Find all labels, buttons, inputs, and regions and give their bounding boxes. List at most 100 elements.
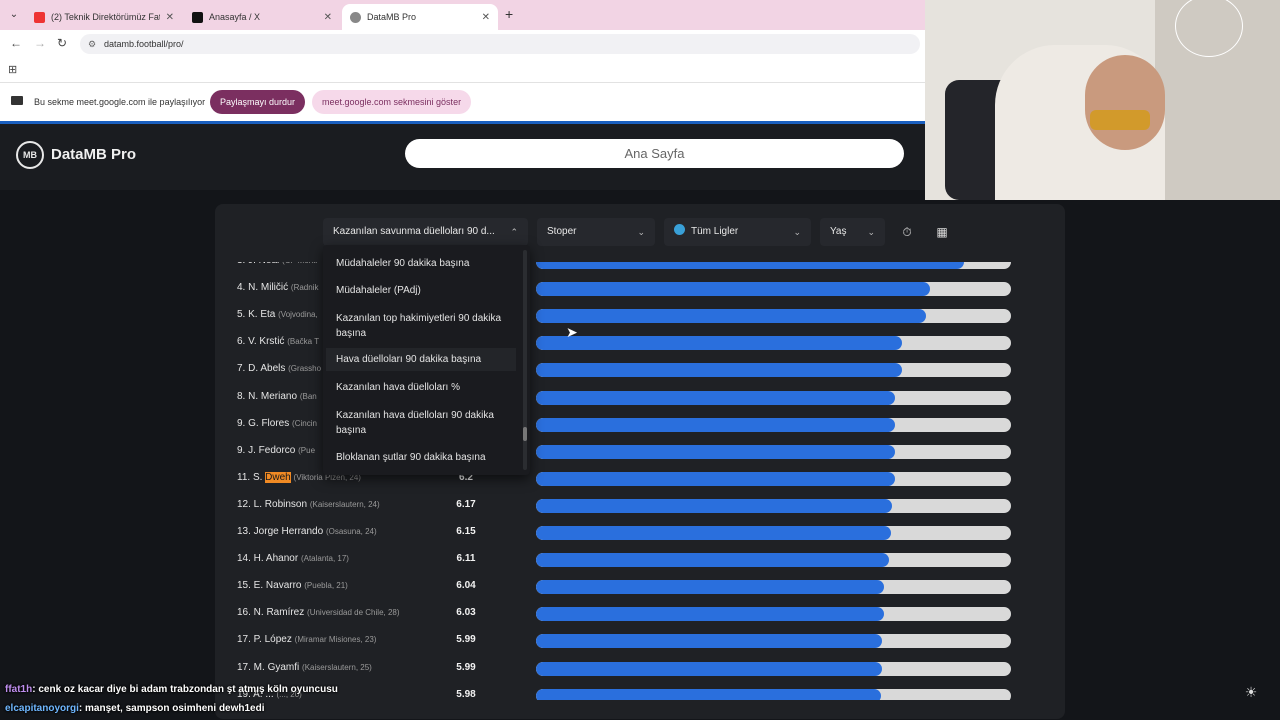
screen-share-icon	[11, 96, 23, 105]
value-bar-fill	[536, 390, 895, 405]
value-bar-fill	[536, 553, 889, 568]
chat-username: ffat1h	[5, 684, 33, 695]
player-name[interactable]: 9. J. Fedorco (Pue	[237, 445, 315, 456]
player-name[interactable]: 9. G. Flores (Cincin	[237, 418, 317, 429]
position-select-value: Stoper	[547, 226, 577, 237]
player-name[interactable]: 15. E. Navarro (Puebla, 21)	[237, 580, 348, 591]
url-bar[interactable]: ⚙ datamb.football/pro/	[80, 34, 920, 54]
player-name[interactable]: 6. V. Krstić (Bačka T	[237, 336, 319, 347]
player-name[interactable]: 7. D. Abels (Grassho	[237, 363, 321, 374]
close-icon[interactable]: ✕	[324, 12, 332, 23]
player-name-text: 16. N. Ramírez	[237, 607, 305, 619]
player-club: (Grassho	[288, 364, 322, 374]
chat-message: elcapitanoyorgi: manşet, sampson osimhen…	[5, 703, 265, 714]
player-club: (Bačka T	[287, 337, 320, 347]
back-icon[interactable]: ←	[10, 36, 22, 50]
table-row[interactable]: 14. H. Ahanor (Atalanta, 17) 6.11	[215, 546, 1065, 573]
show-meet-tab-button[interactable]: meet.google.com sekmesini göster	[312, 90, 472, 114]
player-name-text: 3. J. Neal	[237, 262, 279, 266]
tab-youtube[interactable]: (2) Teknik Direktörümüz Fatih T... ✕	[26, 4, 182, 30]
player-name[interactable]: 17. P. López (Miramar Misiones, 23)	[237, 634, 376, 645]
timer-icon[interactable]: ⏱	[894, 218, 920, 246]
home-button[interactable]: Ana Sayfa	[405, 139, 904, 168]
player-name-text: 13. Jorge Herrando	[237, 526, 324, 537]
table-row[interactable]: 13. Jorge Herrando (Osasuna, 24) 6.15	[215, 519, 1065, 546]
forward-icon[interactable]: →	[34, 36, 46, 50]
player-name[interactable]: 3. J. Neal (CF Montr	[237, 262, 318, 266]
player-club: (Miramar Misiones, 23)	[294, 635, 377, 645]
apps-grid-icon[interactable]: ⊞	[8, 63, 17, 76]
dropdown-item[interactable]: Kazanılan hava düelloları 90 dakika başı…	[336, 408, 508, 438]
globe-icon	[674, 224, 685, 235]
stop-sharing-button[interactable]: Paylaşmayı durdur	[210, 90, 306, 114]
table-row[interactable]: 17. P. López (Miramar Misiones, 23) 5.99	[215, 627, 1065, 654]
player-name[interactable]: 8. N. Meriano (Ban	[237, 391, 317, 402]
player-name[interactable]: 5. K. Eta (Vojvodina,	[237, 309, 318, 320]
dropdown-scrollbar-thumb[interactable]	[523, 427, 527, 441]
datamb-logo-icon[interactable]: MB	[16, 141, 44, 169]
league-select[interactable]: Tüm Ligler ⌄	[664, 218, 811, 246]
value-bar-track	[536, 498, 1011, 513]
new-tab-button[interactable]: +	[505, 6, 513, 22]
youtube-icon	[34, 11, 45, 23]
player-club: (Radnik	[290, 283, 319, 293]
metric-value: 6.17	[456, 498, 476, 510]
player-name[interactable]: 4. N. Miličić (Radnik	[237, 282, 318, 293]
bookmarks-bar: ⊞	[0, 58, 925, 83]
player-name-text: 14. H. Ahanor	[237, 553, 299, 565]
value-bar-fill	[536, 471, 895, 486]
dropdown-item[interactable]: Kazanılan hava düelloları %	[336, 380, 508, 395]
player-name[interactable]: 14. H. Ahanor (Atalanta, 17)	[237, 553, 349, 564]
player-name[interactable]: 17. M. Gyamfi (Kaiserslautern, 25)	[237, 662, 372, 673]
webcam-head	[1085, 55, 1165, 150]
table-row[interactable]: 15. E. Navarro (Puebla, 21) 6.04	[215, 573, 1065, 600]
site-info-icon[interactable]: ⚙	[88, 34, 96, 54]
chat-message: ffat1h: cenk oz kacar diye bi adam trabz…	[5, 684, 338, 695]
value-bar-track	[536, 309, 1011, 324]
league-select-value: Tüm Ligler	[691, 226, 739, 237]
value-bar-track	[536, 580, 1011, 595]
dropdown-item[interactable]: Müdahaleler 90 dakika başına	[336, 256, 508, 271]
table-row[interactable]: 12. L. Robinson (Kaiserslautern, 24) 6.17	[215, 492, 1065, 519]
player-name[interactable]: 13. Jorge Herrando (Osasuna, 24)	[237, 526, 377, 537]
value-bar-fill	[536, 607, 884, 622]
player-club: (Kaiserslautern, 25)	[302, 662, 372, 672]
value-bar-fill	[536, 580, 885, 595]
dropdown-item[interactable]: Hava düelloları 90 dakika başına	[326, 348, 516, 371]
metric-value: 6.11	[456, 553, 476, 565]
age-select[interactable]: Yaş ⌄	[820, 218, 885, 246]
close-icon[interactable]: ✕	[166, 12, 174, 23]
dropdown-item[interactable]: Bloklanan şutlar 90 dakika başına	[336, 450, 508, 465]
table-row[interactable]: 17. M. Gyamfi (Kaiserslautern, 25) 5.99	[215, 655, 1065, 682]
tab-title: (2) Teknik Direktörümüz Fatih T...	[51, 12, 160, 22]
player-name[interactable]: 16. N. Ramírez (Universidad de Chile, 28…	[237, 607, 400, 618]
tab-search-icon[interactable]: ⌄	[6, 7, 22, 23]
mouse-cursor-icon: ➤	[566, 324, 578, 340]
close-icon[interactable]: ✕	[482, 12, 490, 23]
metric-select[interactable]: Kazanılan savunma düelloları 90 d... ⌃	[323, 218, 528, 246]
player-club: (Universidad de Chile, 28)	[307, 608, 400, 618]
calendar-icon[interactable]: ▦	[929, 218, 955, 246]
player-name[interactable]: 12. L. Robinson (Kaiserslautern, 24)	[237, 499, 380, 510]
position-select[interactable]: Stoper ⌄	[537, 218, 655, 246]
webcam-overlay	[925, 0, 1280, 200]
metric-value: 5.99	[456, 661, 476, 673]
player-name-text: 9. J. Fedorco	[237, 444, 296, 456]
player-name-text: 4. N. Miličić	[237, 282, 289, 294]
theme-toggle-icon[interactable]: ☀	[1242, 683, 1260, 701]
value-bar-fill	[536, 282, 931, 297]
player-name-prefix: 11. S.	[237, 471, 266, 483]
dropdown-item[interactable]: Kazanılan top hakimiyetleri 90 dakika ba…	[336, 311, 508, 341]
tab-x[interactable]: Anasayfa / X ✕	[184, 4, 340, 30]
dropdown-item[interactable]: Müdahaleler (PAdj)	[336, 283, 508, 298]
table-row[interactable]: 16. N. Ramírez (Universidad de Chile, 28…	[215, 600, 1065, 627]
value-bar-fill	[536, 417, 895, 432]
player-club: (Cincin	[292, 418, 317, 428]
tab-bar: ⌄ (2) Teknik Direktörümüz Fatih T... ✕ A…	[0, 0, 925, 30]
tab-datamb[interactable]: DataMB Pro ✕	[342, 4, 498, 30]
reload-icon[interactable]: ↻	[57, 36, 67, 50]
brand-title[interactable]: DataMB Pro	[51, 146, 136, 163]
metric-value: 6.15	[456, 526, 476, 537]
value-bar-track	[536, 444, 1011, 459]
player-name-text: 6. V. Krstić	[237, 336, 285, 348]
